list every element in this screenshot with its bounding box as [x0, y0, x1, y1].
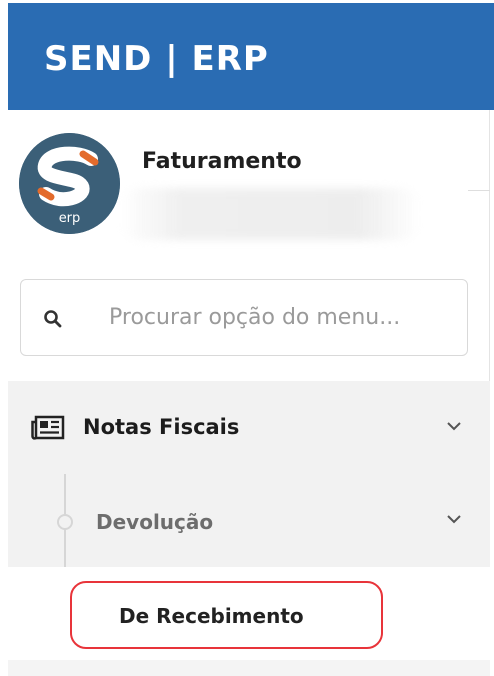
chevron-down-icon[interactable]: [446, 421, 462, 431]
profile-divider: [468, 190, 490, 191]
sidebar-item-notas-fiscais[interactable]: Notas Fiscais: [8, 381, 490, 474]
newspaper-icon: [31, 415, 65, 440]
search-icon: [44, 310, 62, 328]
user-name: Faturamento: [142, 149, 302, 174]
menu-search[interactable]: [20, 279, 468, 356]
tree-node-dot: [57, 514, 73, 530]
sidebar-footer: [8, 660, 490, 676]
app-header: SEND | ERP: [8, 3, 494, 110]
brand-title: SEND | ERP: [44, 39, 269, 79]
user-detail-redacted: [120, 188, 420, 240]
avatar[interactable]: erp: [19, 133, 120, 234]
sidebar-item-label[interactable]: De Recebimento: [119, 604, 304, 628]
sidebar-item-label: Notas Fiscais: [83, 415, 240, 439]
sidebar-item-label: Devolução: [96, 510, 214, 534]
chevron-down-icon[interactable]: [446, 514, 462, 524]
app-window: SEND | ERP erp Faturamento Notas F: [0, 0, 494, 676]
avatar-text: erp: [59, 211, 81, 226]
search-input[interactable]: [109, 292, 459, 342]
sidebar-item-devolucao[interactable]: Devolução: [8, 474, 490, 567]
send-erp-logo-icon: erp: [19, 133, 120, 234]
